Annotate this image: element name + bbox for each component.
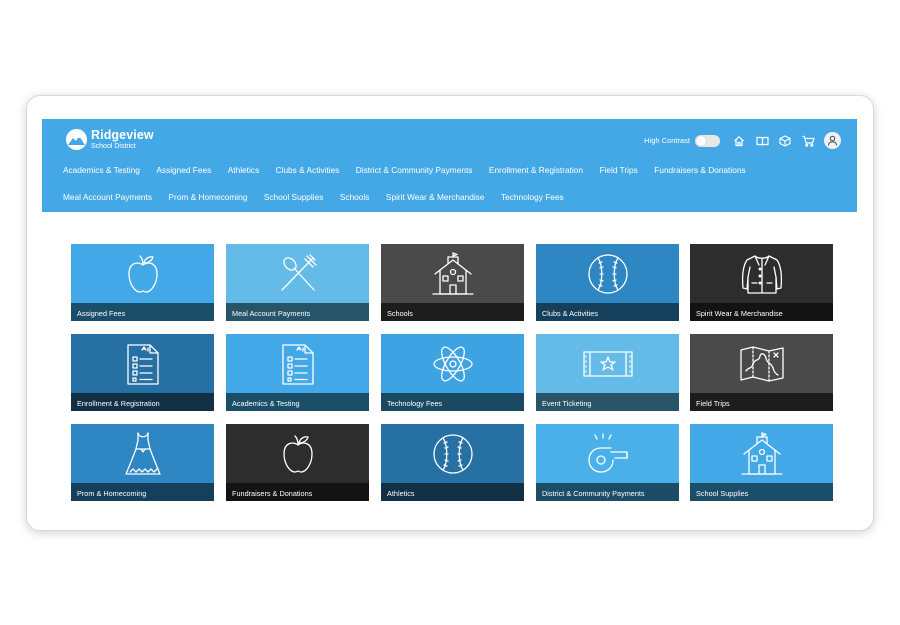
tile-spirit-wear-merchandise[interactable]: Spirit Wear & Merchandise xyxy=(690,244,833,321)
tile-enrollment-registration[interactable]: Enrollment & Registration xyxy=(71,334,214,411)
tile-schools[interactable]: Schools xyxy=(381,244,524,321)
tile-meal-account-payments[interactable]: Meal Account Payments xyxy=(226,244,369,321)
schoolhouse-icon xyxy=(690,424,833,483)
tile-label: Enrollment & Registration xyxy=(71,393,214,411)
nav-assigned-fees[interactable]: Assigned Fees xyxy=(156,165,211,175)
tile-technology-fees[interactable]: Technology Fees xyxy=(381,334,524,411)
atom-icon xyxy=(381,334,524,393)
nav-athletics[interactable]: Athletics xyxy=(228,165,259,175)
jacket-icon xyxy=(690,244,833,303)
nav-district-community-payments[interactable]: District & Community Payments xyxy=(356,165,473,175)
checklist-icon xyxy=(71,334,214,393)
baseball-icon xyxy=(536,244,679,303)
tile-field-trips[interactable]: Field Trips xyxy=(690,334,833,411)
nav-fundraisers-donations[interactable]: Fundraisers & Donations xyxy=(654,165,745,175)
dress-icon xyxy=(71,424,214,483)
nav-clubs-activities[interactable]: Clubs & Activities xyxy=(276,165,340,175)
tile-label: Prom & Homecoming xyxy=(71,483,214,501)
tile-fundraisers-donations[interactable]: Fundraisers & Donations xyxy=(226,424,369,501)
tile-label: Field Trips xyxy=(690,393,833,411)
tile-label: Event Ticketing xyxy=(536,393,679,411)
tile-clubs-activities[interactable]: Clubs & Activities xyxy=(536,244,679,321)
apple-icon xyxy=(71,244,214,303)
tile-district-community-payments[interactable]: District & Community Payments xyxy=(536,424,679,501)
category-tile-grid: Assigned Fees Meal Account Payments School… xyxy=(71,244,833,502)
user-avatar-icon[interactable] xyxy=(824,132,841,149)
tile-label: Athletics xyxy=(381,483,524,501)
nav-enrollment-registration[interactable]: Enrollment & Registration xyxy=(489,165,583,175)
nav-academics-testing[interactable]: Academics & Testing xyxy=(63,165,140,175)
box-icon[interactable] xyxy=(778,134,792,148)
tile-label: Meal Account Payments xyxy=(226,303,369,321)
utensils-icon xyxy=(226,244,369,303)
tile-label: Technology Fees xyxy=(381,393,524,411)
mountain-logo-icon xyxy=(66,129,87,150)
whistle-icon xyxy=(536,424,679,483)
nav-row-1: Academics & Testing Assigned Fees Athlet… xyxy=(63,165,762,175)
nav-technology-fees[interactable]: Technology Fees xyxy=(501,192,564,202)
site-header: Ridgeview School District High Contrast … xyxy=(42,119,857,212)
nav-school-supplies[interactable]: School Supplies xyxy=(264,192,324,202)
ticket-icon xyxy=(536,334,679,393)
tile-label: District & Community Payments xyxy=(536,483,679,501)
tile-event-ticketing[interactable]: Event Ticketing xyxy=(536,334,679,411)
district-name: Ridgeview xyxy=(91,128,154,143)
tile-school-supplies[interactable]: School Supplies xyxy=(690,424,833,501)
district-subtitle: School District xyxy=(91,142,136,150)
nav-field-trips[interactable]: Field Trips xyxy=(599,165,637,175)
tile-label: Assigned Fees xyxy=(71,303,214,321)
tile-label: Fundraisers & Donations xyxy=(226,483,369,501)
cart-icon[interactable] xyxy=(801,134,815,148)
tile-prom-homecoming[interactable]: Prom & Homecoming xyxy=(71,424,214,501)
nav-schools[interactable]: Schools xyxy=(340,192,370,202)
home-icon[interactable] xyxy=(732,134,746,148)
tile-label: School Supplies xyxy=(690,483,833,501)
header-utilities: High Contrast xyxy=(644,132,841,149)
tile-academics-testing[interactable]: Academics & Testing xyxy=(226,334,369,411)
apple-icon xyxy=(226,424,369,483)
tile-label: Schools xyxy=(381,303,524,321)
tile-assigned-fees[interactable]: Assigned Fees xyxy=(71,244,214,321)
nav-prom-homecoming[interactable]: Prom & Homecoming xyxy=(169,192,248,202)
nav-spirit-wear-merchandise[interactable]: Spirit Wear & Merchandise xyxy=(386,192,485,202)
nav-meal-account-payments[interactable]: Meal Account Payments xyxy=(63,192,152,202)
tile-label: Academics & Testing xyxy=(226,393,369,411)
high-contrast-label: High Contrast xyxy=(644,136,690,145)
book-icon[interactable] xyxy=(755,134,769,148)
nav-row-2: Meal Account Payments Prom & Homecoming … xyxy=(63,192,580,202)
schoolhouse-icon xyxy=(381,244,524,303)
high-contrast-toggle[interactable] xyxy=(695,134,720,147)
checklist-icon xyxy=(226,334,369,393)
tile-label: Clubs & Activities xyxy=(536,303,679,321)
map-icon xyxy=(690,334,833,393)
tile-athletics[interactable]: Athletics xyxy=(381,424,524,501)
tile-label: Spirit Wear & Merchandise xyxy=(690,303,833,321)
district-logo[interactable]: Ridgeview School District xyxy=(66,129,154,150)
baseball-icon xyxy=(381,424,524,483)
